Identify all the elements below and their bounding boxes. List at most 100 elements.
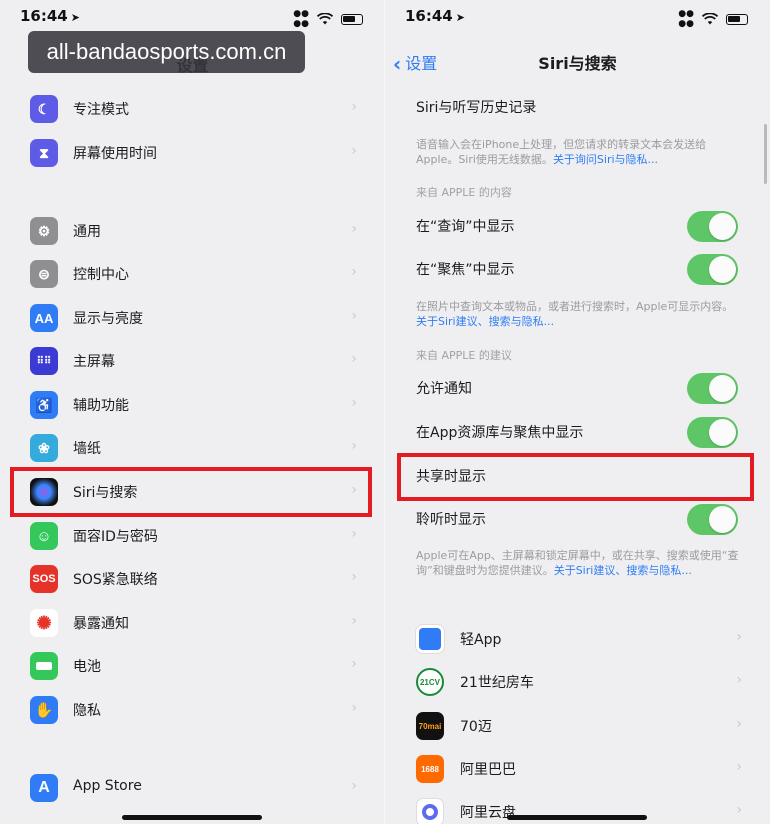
- item-label: 显示与亮度: [73, 311, 143, 327]
- item-label: 暴露通知: [73, 616, 129, 632]
- settings-item-app-store[interactable]: A App Store ›: [0, 766, 385, 810]
- location-arrow-icon: ➤: [70, 11, 80, 24]
- app-label: 70迈: [460, 719, 492, 735]
- item-label: SOS紧急联络: [73, 572, 158, 588]
- signal-icon: ●● ●●: [293, 9, 309, 29]
- section-header-suggestions: 来自 APPLE 的建议: [416, 349, 512, 362]
- toggle-show-in-spotlight[interactable]: [687, 254, 738, 285]
- settings-item-display[interactable]: AA 显示与亮度 ›: [0, 296, 385, 340]
- watermark: all-bandaosports.com.cn: [28, 31, 305, 73]
- settings-pane: 16:44➤ ●●●● 设置 ☾ 专注模式 › ⧗ 屏幕使用时间 › ⚙ 通用 …: [0, 0, 385, 824]
- battery-status-icon: [726, 13, 748, 25]
- hand-icon: ✋: [30, 696, 58, 724]
- status-bar: 16:44 ➤ ●● ●●: [385, 0, 770, 34]
- settings-item-control-center[interactable]: ⊜ 控制中心 ›: [0, 252, 385, 296]
- chevron-right-icon: ›: [351, 351, 357, 367]
- item-label: 主屏幕: [73, 354, 115, 370]
- item-label: 专注模式: [73, 102, 129, 118]
- chevron-right-icon: ›: [351, 482, 357, 498]
- settings-item-exposure[interactable]: ✺ 暴露通知 ›: [0, 601, 385, 645]
- chevron-right-icon: ›: [351, 143, 357, 159]
- settings-item-accessibility[interactable]: ♿ 辅助功能 ›: [0, 383, 385, 427]
- chevron-right-icon: ›: [351, 221, 357, 237]
- row-show-in-library: 在App资源库与聚焦中显示: [385, 410, 770, 454]
- wifi-icon: [702, 13, 718, 25]
- link-siri-privacy[interactable]: 关于询问Siri与隐私...: [553, 153, 658, 166]
- app-row-70mai[interactable]: 70mai 70迈 ›: [385, 704, 770, 748]
- row-label: 共享时显示: [416, 469, 486, 485]
- toggles-icon: ⊜: [30, 260, 58, 288]
- link-apple-suggestions[interactable]: 关于Siri建议、搜索与隐私...: [554, 564, 692, 577]
- app-row-21cv[interactable]: 21CV 21世纪房车 ›: [385, 660, 770, 704]
- chevron-right-icon: ›: [736, 759, 742, 775]
- hourglass-icon: ⧗: [30, 139, 58, 167]
- link-suggestions-privacy[interactable]: 关于Siri建议、搜索与隐私...: [416, 315, 554, 328]
- chevron-right-icon: ›: [351, 526, 357, 542]
- item-label: 墙纸: [73, 441, 101, 457]
- app-label: 21世纪房车: [460, 675, 534, 691]
- toggle-show-when-listening[interactable]: [687, 504, 738, 535]
- row-show-in-spotlight: 在“聚焦”中显示: [385, 247, 770, 291]
- sos-icon: SOS: [30, 565, 58, 593]
- row-show-when-listening: 聆听时显示: [385, 497, 770, 541]
- settings-item-home-screen[interactable]: ⠿⠿ 主屏幕 ›: [0, 339, 385, 383]
- app-label: 阿里巴巴: [460, 762, 516, 778]
- location-arrow-icon: ➤: [455, 11, 465, 24]
- home-indicator: [122, 815, 262, 820]
- row-label: 允许通知: [416, 381, 472, 397]
- flower-icon: ❀: [30, 434, 58, 462]
- app-label: 轻App: [460, 632, 502, 648]
- row-allow-notifications: 允许通知: [385, 366, 770, 410]
- section-header-content: 来自 APPLE 的内容: [416, 186, 512, 199]
- row-label: 在App资源库与聚焦中显示: [416, 425, 584, 441]
- item-label: Siri与搜索: [73, 485, 138, 501]
- chevron-right-icon: ›: [351, 99, 357, 115]
- rv21-icon: 21CV: [416, 668, 444, 696]
- aliyun-drive-icon: [416, 798, 444, 824]
- gear-icon: ⚙: [30, 217, 58, 245]
- toggle-allow-notifications[interactable]: [687, 373, 738, 404]
- chevron-right-icon: ›: [736, 672, 742, 688]
- battery-status-icon: [341, 13, 363, 25]
- row-show-in-lookup: 在“查询”中显示: [385, 204, 770, 248]
- row-label: 聆听时显示: [416, 512, 486, 528]
- note-siri-privacy: 语音输入会在iPhone上处理，但您请求的转录文本会发送给Apple。Siri使…: [416, 138, 707, 166]
- page-title: Siri与搜索: [538, 54, 617, 73]
- item-label: 屏幕使用时间: [73, 146, 157, 162]
- row-show-when-sharing[interactable]: 共享时显示: [385, 454, 770, 498]
- chevron-right-icon: ›: [351, 656, 357, 672]
- item-label: 面容ID与密码: [73, 529, 158, 545]
- chevron-right-icon: ›: [736, 629, 742, 645]
- wifi-icon: [317, 13, 333, 25]
- settings-item-siri-search[interactable]: Siri与搜索 ›: [0, 470, 385, 514]
- chevron-right-icon: ›: [351, 778, 357, 794]
- settings-item-wallpaper[interactable]: ❀ 墙纸 ›: [0, 426, 385, 470]
- item-label: 隐私: [73, 703, 101, 719]
- settings-item-screen-time[interactable]: ⧗ 屏幕使用时间 ›: [0, 131, 385, 175]
- settings-item-sos[interactable]: SOS SOS紧急联络 ›: [0, 557, 385, 601]
- settings-item-battery[interactable]: 电池 ›: [0, 644, 385, 688]
- home-indicator: [507, 815, 647, 820]
- siri-history-row[interactable]: Siri与听写历史记录: [385, 85, 770, 129]
- settings-item-privacy[interactable]: ✋ 隐私 ›: [0, 688, 385, 732]
- chevron-right-icon: ›: [351, 700, 357, 716]
- signal-icon: ●● ●●: [678, 9, 694, 29]
- chevron-right-icon: ›: [351, 395, 357, 411]
- app-row-alibaba[interactable]: 1688 阿里巴巴 ›: [385, 747, 770, 791]
- battery-icon: [30, 652, 58, 680]
- settings-item-general[interactable]: ⚙ 通用 ›: [0, 209, 385, 253]
- siri-icon: [30, 478, 58, 506]
- app-row-light-app[interactable]: 轻App ›: [385, 617, 770, 661]
- settings-item-face-id[interactable]: ☺ 面容ID与密码 ›: [0, 514, 385, 558]
- nav-bar: ‹ 设置 Siri与搜索: [385, 44, 770, 80]
- settings-item-focus[interactable]: ☾ 专注模式 ›: [0, 87, 385, 131]
- light-app-icon: [415, 624, 445, 654]
- toggle-show-in-lookup[interactable]: [687, 211, 738, 242]
- chevron-right-icon: ›: [351, 264, 357, 280]
- chevron-right-icon: ›: [351, 438, 357, 454]
- chevron-right-icon: ›: [736, 716, 742, 732]
- status-time: 16:44 ➤: [405, 7, 465, 25]
- note-apple-suggestions: Apple可在App、主屏幕和锁定屏幕中，或在共享、搜索或使用“查询”和键盘时为…: [416, 549, 739, 577]
- accessibility-icon: ♿: [30, 391, 58, 419]
- toggle-show-in-library[interactable]: [687, 417, 738, 448]
